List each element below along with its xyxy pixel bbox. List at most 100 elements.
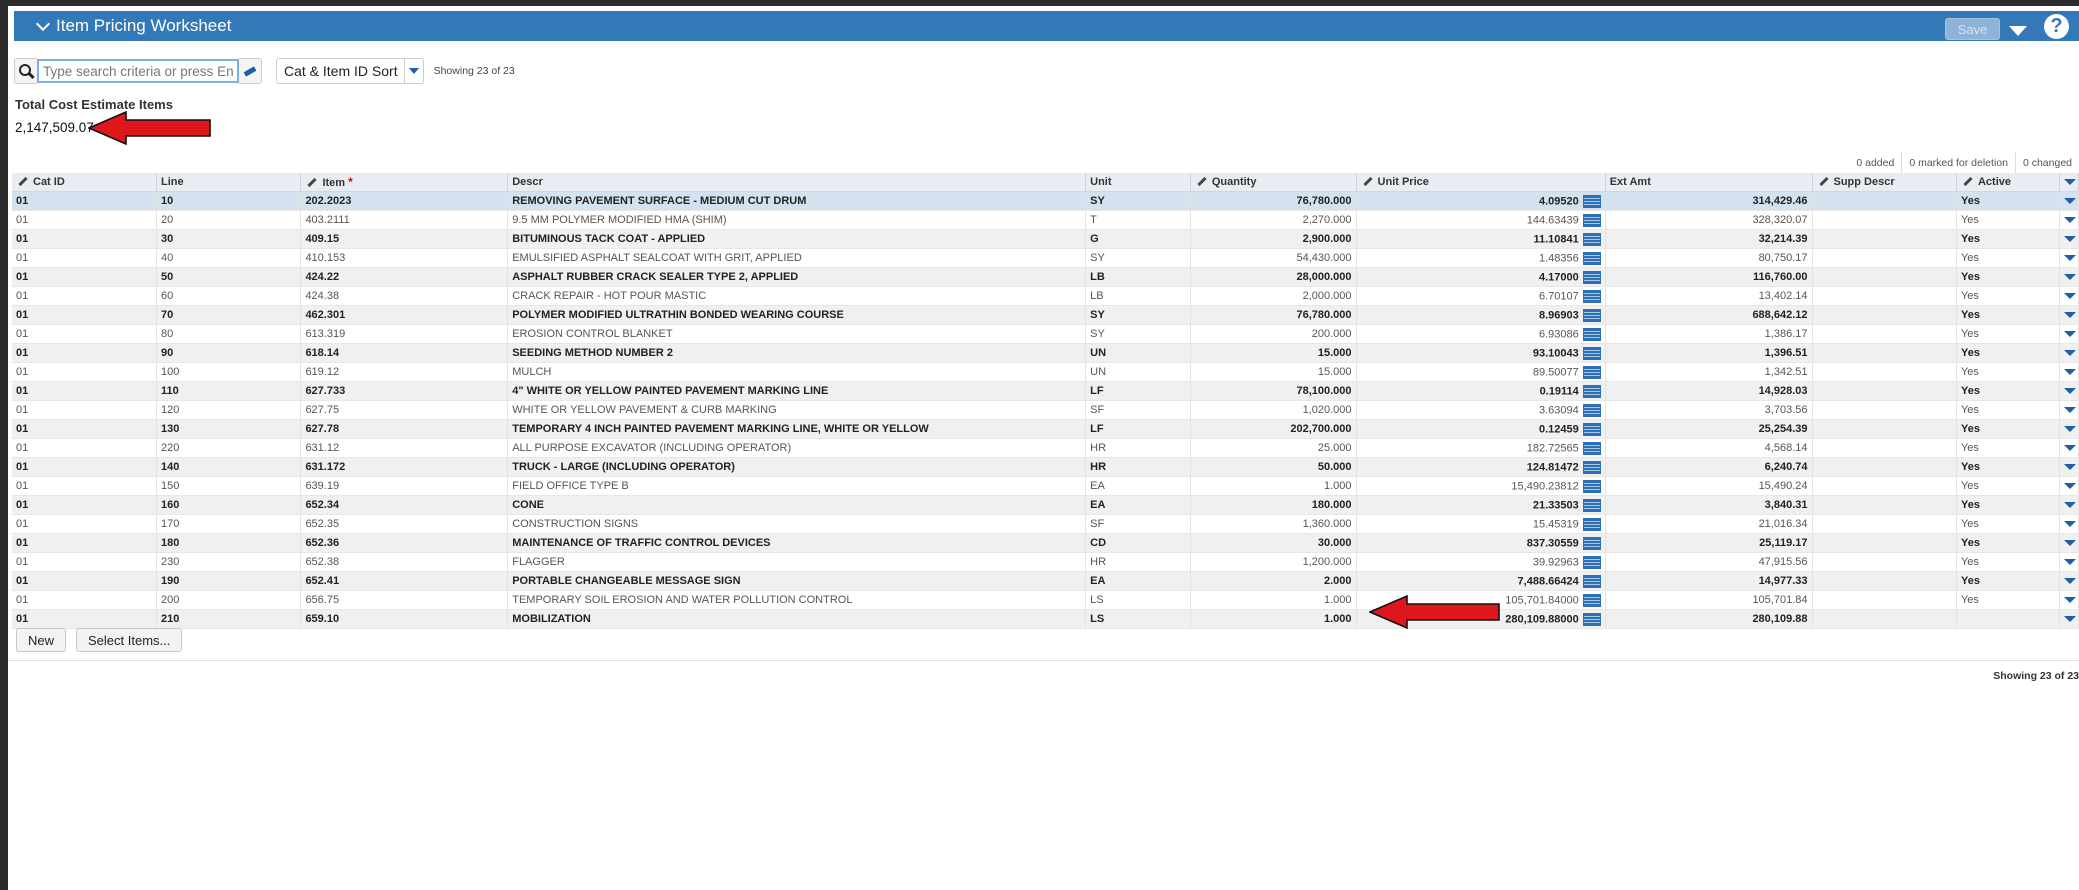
active-cell[interactable]: Yes (1956, 400, 2061, 420)
item-cell[interactable]: 659.10 (300, 609, 509, 629)
row-menu-caret-icon[interactable] (2064, 540, 2077, 546)
unit-cell[interactable]: SY (1085, 324, 1191, 344)
table-row[interactable]: 01 40 410.153 EMULSIFIED ASPHALT SEALCOAT W… (12, 248, 2079, 268)
supp-descr-cell[interactable] (1812, 476, 1957, 496)
row-menu-caret-icon[interactable] (2064, 559, 2077, 565)
column-header-unit[interactable]: Unit (1085, 173, 1191, 192)
active-cell[interactable] (1956, 609, 2061, 629)
active-cell[interactable]: Yes (1956, 343, 2061, 363)
line-cell[interactable]: 100 (156, 362, 302, 382)
table-row[interactable]: 01 80 613.319 EROSION CONTROL BLANKET SY 200.… (12, 324, 2079, 344)
descr-cell[interactable]: REMOVING PAVEMENT SURFACE - MEDIUM CUT D… (507, 191, 1087, 211)
cat-id-cell[interactable]: 01 (12, 495, 157, 515)
table-row[interactable]: 01 160 652.34 CONE EA 180.000 21.33503 3,840.31… (12, 495, 2079, 515)
descr-cell[interactable]: WHITE OR YELLOW PAVEMENT & CURB MARKING (507, 400, 1087, 420)
cat-id-cell[interactable]: 01 (12, 305, 157, 325)
line-cell[interactable]: 70 (156, 305, 302, 325)
quantity-cell[interactable]: 76,780.000 (1190, 305, 1357, 325)
calculator-icon[interactable] (1582, 555, 1601, 569)
unit-price-cell[interactable]: 7,488.66424 (1356, 571, 1606, 591)
table-row[interactable]: 01 110 627.733 4" WHITE OR YELLOW PAINTED P… (12, 381, 2079, 401)
supp-descr-cell[interactable] (1812, 267, 1957, 287)
line-cell[interactable]: 200 (156, 590, 302, 610)
column-header-descr[interactable]: Descr (507, 173, 1087, 192)
unit-cell[interactable]: LB (1085, 267, 1191, 287)
ext-amt-cell[interactable]: 13,402.14 (1605, 286, 1813, 306)
cat-id-cell[interactable]: 01 (12, 343, 157, 363)
supp-descr-cell[interactable] (1812, 552, 1957, 572)
row-menu-caret-icon[interactable] (2064, 616, 2077, 622)
search-input[interactable] (37, 59, 239, 83)
item-cell[interactable]: 656.75 (300, 590, 509, 610)
descr-cell[interactable]: TEMPORARY 4 INCH PAINTED PAVEMENT MARKIN… (507, 419, 1087, 439)
ext-amt-cell[interactable]: 14,928.03 (1605, 381, 1813, 401)
descr-cell[interactable]: TRUCK - LARGE (INCLUDING OPERATOR) (507, 457, 1087, 477)
unit-price-cell[interactable]: 0.12459 (1356, 419, 1606, 439)
table-row[interactable]: 01 50 424.22 ASPHALT RUBBER CRACK SEALER TY… (12, 267, 2079, 287)
quantity-cell[interactable]: 2,900.000 (1190, 229, 1357, 249)
collapse-toggle[interactable]: Item Pricing Worksheet (35, 11, 231, 41)
cat-id-cell[interactable]: 01 (12, 590, 157, 610)
cat-id-cell[interactable]: 01 (12, 381, 157, 401)
quantity-cell[interactable]: 30.000 (1190, 533, 1357, 553)
descr-cell[interactable]: MULCH (507, 362, 1087, 382)
select-items-button[interactable]: Select Items... (76, 628, 183, 652)
line-cell[interactable]: 80 (156, 324, 302, 344)
row-menu-cell[interactable] (2059, 438, 2079, 458)
line-cell[interactable]: 130 (156, 419, 302, 439)
row-menu-caret-icon[interactable] (2064, 369, 2077, 375)
quantity-cell[interactable]: 202,700.000 (1190, 419, 1357, 439)
calculator-icon[interactable] (1582, 574, 1601, 588)
line-cell[interactable]: 190 (156, 571, 302, 591)
calculator-icon[interactable] (1582, 308, 1601, 322)
row-menu-caret-icon[interactable] (2064, 483, 2077, 489)
unit-price-cell[interactable]: 124.81472 (1356, 457, 1606, 477)
row-menu-caret-icon[interactable] (2064, 445, 2077, 451)
unit-price-cell[interactable]: 4.17000 (1356, 267, 1606, 287)
unit-price-cell[interactable]: 8.96903 (1356, 305, 1606, 325)
new-button[interactable]: New (16, 628, 67, 652)
column-header-ext-amt[interactable]: Ext Amt (1605, 173, 1813, 192)
row-menu-cell[interactable] (2059, 362, 2079, 382)
ext-amt-cell[interactable]: 25,254.39 (1605, 419, 1813, 439)
row-menu-cell[interactable] (2059, 286, 2079, 306)
row-menu-cell[interactable] (2059, 419, 2079, 439)
item-cell[interactable]: 631.12 (300, 438, 509, 458)
unit-price-cell[interactable]: 15,490.23812 (1356, 476, 1606, 496)
descr-cell[interactable]: PORTABLE CHANGEABLE MESSAGE SIGN (507, 571, 1087, 591)
table-row[interactable]: 01 120 627.75 WHITE OR YELLOW PAVEMENT & CU… (12, 400, 2079, 420)
active-cell[interactable]: Yes (1956, 495, 2061, 515)
supp-descr-cell[interactable] (1812, 343, 1957, 363)
row-menu-caret-icon[interactable] (2064, 198, 2077, 204)
item-cell[interactable]: 613.319 (300, 324, 509, 344)
descr-cell[interactable]: POLYMER MODIFIED ULTRATHIN BONDED WEARIN… (507, 305, 1087, 325)
row-menu-cell[interactable] (2059, 609, 2079, 629)
descr-cell[interactable]: MOBILIZATION (507, 609, 1087, 629)
active-cell[interactable]: Yes (1956, 324, 2061, 344)
ext-amt-cell[interactable]: 80,750.17 (1605, 248, 1813, 268)
descr-cell[interactable]: 4" WHITE OR YELLOW PAINTED PAVEMENT MARK… (507, 381, 1087, 401)
quantity-cell[interactable]: 28,000.000 (1190, 267, 1357, 287)
unit-cell[interactable]: EA (1085, 476, 1191, 496)
unit-cell[interactable]: LF (1085, 381, 1191, 401)
item-cell[interactable]: 627.75 (300, 400, 509, 420)
ext-amt-cell[interactable]: 4,568.14 (1605, 438, 1813, 458)
row-menu-caret-icon[interactable] (2064, 274, 2077, 280)
supp-descr-cell[interactable] (1812, 210, 1957, 230)
active-cell[interactable]: Yes (1956, 248, 2061, 268)
row-menu-cell[interactable] (2059, 248, 2079, 268)
line-cell[interactable]: 30 (156, 229, 302, 249)
unit-price-cell[interactable]: 837.30559 (1356, 533, 1606, 553)
item-cell[interactable]: 627.78 (300, 419, 509, 439)
calculator-icon[interactable] (1582, 213, 1601, 227)
descr-cell[interactable]: SEEDING METHOD NUMBER 2 (507, 343, 1087, 363)
calculator-icon[interactable] (1582, 593, 1601, 607)
unit-cell[interactable]: SY (1085, 305, 1191, 325)
column-header-unit-price[interactable]: Unit Price (1356, 173, 1606, 192)
cat-id-cell[interactable]: 01 (12, 400, 157, 420)
cat-id-cell[interactable]: 01 (12, 191, 157, 211)
line-cell[interactable]: 120 (156, 400, 302, 420)
sort-select[interactable]: Cat & Item ID Sort (276, 58, 424, 84)
unit-cell[interactable]: LS (1085, 590, 1191, 610)
supp-descr-cell[interactable] (1812, 191, 1957, 211)
